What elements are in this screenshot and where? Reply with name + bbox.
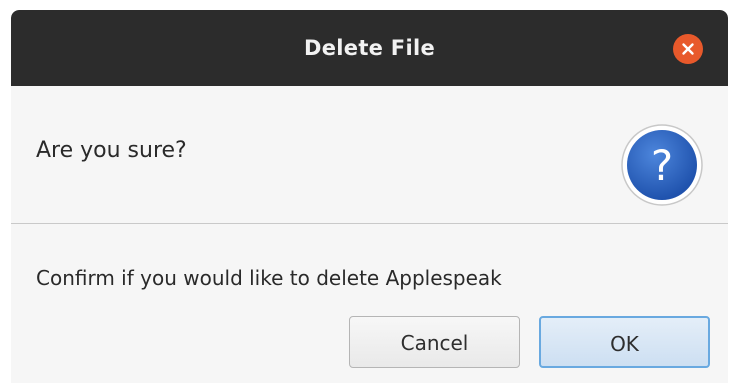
dialog-header: Are you sure? ? [11, 86, 728, 223]
question-icon: ? [619, 122, 705, 208]
title-bar[interactable]: Delete File [11, 10, 728, 86]
divider [11, 223, 728, 224]
close-button[interactable] [673, 34, 703, 64]
dialog-title: Delete File [304, 36, 435, 60]
cancel-button[interactable]: Cancel [349, 316, 520, 368]
question-mark: ? [651, 141, 673, 190]
delete-file-dialog: Delete File Are you sure? ? Confirm if y… [11, 10, 728, 383]
ok-button[interactable]: OK [539, 316, 710, 368]
close-icon [682, 43, 694, 55]
content-text: Confirm if you would like to delete Appl… [36, 266, 502, 290]
header-text: Are you sure? [36, 138, 187, 163]
